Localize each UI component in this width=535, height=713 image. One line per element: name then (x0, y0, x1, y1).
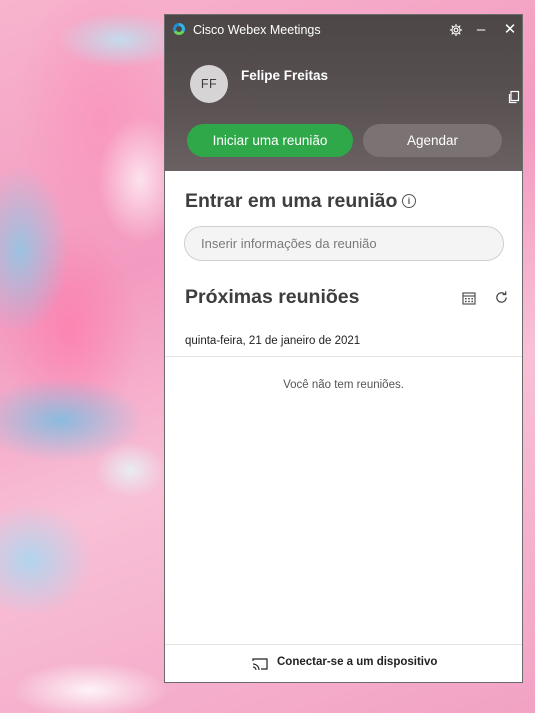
divider (165, 356, 522, 357)
join-meeting-heading: Entrar em uma reunião (185, 190, 398, 212)
schedule-button[interactable]: Agendar (363, 124, 502, 157)
calendar-icon[interactable] (462, 291, 476, 305)
start-meeting-button[interactable]: Iniciar uma reunião (187, 124, 353, 157)
cast-icon (252, 657, 268, 671)
settings-button[interactable] (445, 19, 467, 41)
title-bar[interactable]: Cisco Webex Meetings – ✕ (165, 15, 522, 45)
connect-device-button[interactable]: Conectar-se a um dispositivo (165, 645, 522, 682)
minimize-button[interactable]: – (470, 19, 492, 41)
window-title: Cisco Webex Meetings (193, 23, 321, 37)
close-button[interactable]: ✕ (499, 19, 521, 41)
copy-icon[interactable] (507, 90, 521, 104)
avatar[interactable]: FF (190, 65, 228, 103)
header-panel: Cisco Webex Meetings – ✕ FF Felipe Freit… (165, 15, 522, 171)
connect-device-label: Conectar-se a um dispositivo (277, 656, 438, 668)
empty-meetings-message: Você não tem reuniões. (283, 379, 404, 391)
upcoming-meetings-heading: Próximas reuniões (185, 286, 360, 308)
meeting-info-input[interactable] (184, 226, 504, 261)
gear-icon (449, 23, 463, 37)
refresh-icon[interactable] (494, 290, 509, 305)
date-label: quinta-feira, 21 de janeiro de 2021 (185, 335, 361, 347)
user-name: Felipe Freitas (241, 68, 329, 83)
webex-logo-icon (173, 23, 185, 35)
info-icon[interactable]: i (402, 194, 416, 208)
webex-window: Cisco Webex Meetings – ✕ FF Felipe Freit… (164, 14, 523, 683)
